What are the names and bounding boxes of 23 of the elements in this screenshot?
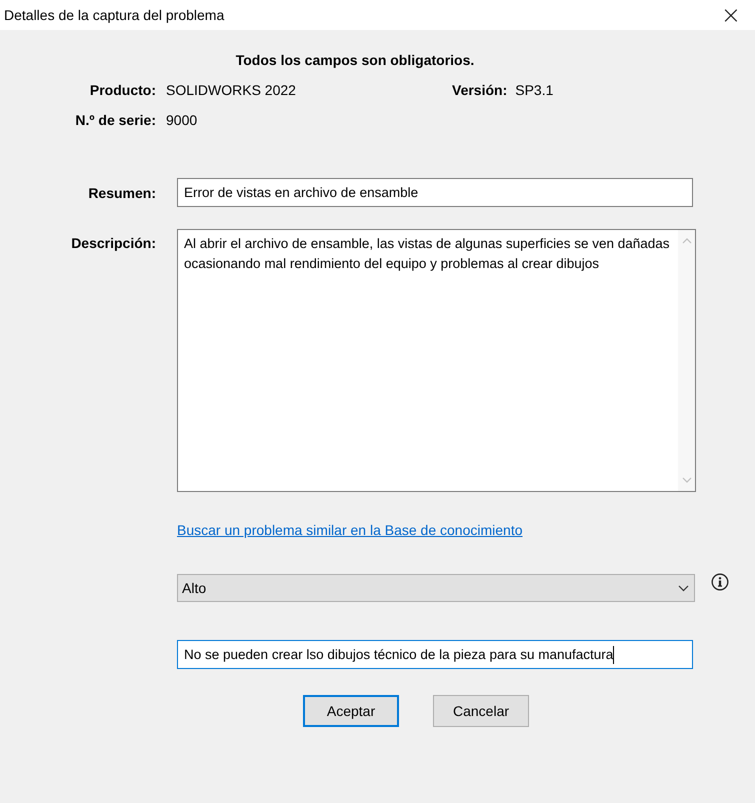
- description-field[interactable]: Al abrir el archivo de ensamble, las vistas de algunas superficies se ven dañadas ocasionando mal rendimiento del equipo y problemas al crear dibujos: [177, 229, 696, 492]
- priority-dropdown[interactable]: Alto: [177, 574, 695, 602]
- version-value: SP3.1: [515, 82, 554, 98]
- scroll-up-icon[interactable]: [682, 238, 692, 244]
- field-label: N.º de serie:: [74, 112, 157, 128]
- field-label: Versión:: [452, 82, 508, 98]
- required-notice: Todos los campos son obligatorios.: [234, 52, 476, 68]
- summary-field[interactable]: Error de vistas en archivo de ensamble: [177, 178, 693, 207]
- window-title: Detalles de la captura del problema: [4, 7, 224, 23]
- field-label: Resumen:: [87, 184, 157, 200]
- info-icon[interactable]: [711, 573, 729, 591]
- field-label: Producto:: [88, 82, 157, 98]
- serial-value: 9000: [166, 112, 198, 128]
- dialog-button[interactable]: Cancelar: [433, 695, 529, 727]
- scroll-down-icon[interactable]: [682, 477, 692, 483]
- description-text: Al abrir el archivo de ensamble, las vistas de algunas superficies se ven dañadas ocasionando mal rendimiento del equipo y problemas al crear dibujos: [183, 235, 671, 273]
- field-label: Descripción:: [70, 234, 157, 251]
- close-button[interactable]: ×: [706, 1, 755, 29]
- chevron-down-icon: [678, 584, 689, 592]
- dialog-button[interactable]: Aceptar: [303, 695, 399, 727]
- product-value: SOLIDWORKS 2022: [166, 82, 297, 98]
- knowledge-base-link[interactable]: Buscar un problema similar en la Base de conocimiento: [177, 522, 523, 538]
- details-field[interactable]: No se pueden crear lso dibujos técnico de la pieza para su manufactura: [177, 640, 693, 669]
